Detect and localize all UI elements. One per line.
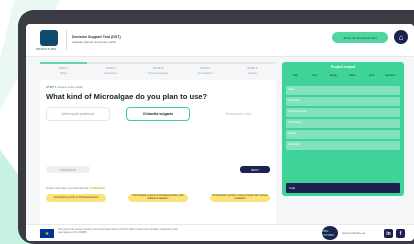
app-screen: PROFUTURA Decision Support Tool (DST) to… <box>26 24 414 241</box>
step-number: STEP 5 <box>247 66 258 70</box>
step-number: STEP 4 <box>200 66 211 70</box>
row-label: Testing <box>288 132 297 135</box>
step-1[interactable]: STEP 1 Strain <box>40 62 88 75</box>
previous-button[interactable]: PREVIOUS <box>46 166 90 173</box>
step-5[interactable]: STEP 5 Testing <box>228 62 277 75</box>
home-icon: ⌂ <box>398 32 404 42</box>
table-row: Formulation <box>286 119 400 128</box>
pill-option: Phototrophic growth in Open Ponds with n… <box>210 194 270 202</box>
total-label: Total <box>289 186 295 190</box>
step-number: STEP 2 <box>105 66 116 70</box>
total-row: Total <box>286 183 400 193</box>
row-label: Strain <box>288 88 295 91</box>
app-footer: ★ This project has received funding from… <box>26 224 414 241</box>
row-label: Formulation <box>288 121 302 124</box>
column-header: Emission <box>385 74 396 77</box>
app-header: PROFUTURA Decision Support Tool (DST) to… <box>26 24 414 57</box>
row-label: Post-processing <box>288 110 307 113</box>
eu-flag-icon: ★ <box>40 229 54 238</box>
row-label: Cultivation <box>288 99 301 102</box>
home-button[interactable]: ⌂ <box>394 30 408 44</box>
funding-disclaimer: This project has received funding from t… <box>58 229 178 234</box>
step-3[interactable]: STEP 3 Post-processing <box>134 62 182 75</box>
tool-subtitle: towards optimal production paths <box>72 40 117 44</box>
step-label: Post-processing <box>147 71 169 75</box>
profutura-logo[interactable] <box>40 30 58 46</box>
step-number: STEP 1 <box>58 66 69 70</box>
hint-step: Cultivation <box>89 186 106 190</box>
table-row: Post-processing <box>286 108 400 117</box>
project-output-panel: Project output Step Cost Energy Water La… <box>282 62 404 196</box>
header-divider <box>66 30 67 50</box>
option-arthrospira[interactable]: Arthrospira platensis <box>46 107 110 121</box>
step-label: Cultivation <box>104 71 118 75</box>
tool-title: Decision Support Tool (DST) <box>72 35 121 39</box>
column-header: Step <box>293 74 298 77</box>
question-card: STEP 1 Choice of the strain What kind of… <box>40 80 276 226</box>
table-row: Strain <box>286 86 400 95</box>
column-header: Land <box>368 74 375 77</box>
about-tool-button[interactable]: About the ProFuture Tool <box>332 32 388 43</box>
step-4[interactable]: STEP 4 Formulation <box>181 62 229 75</box>
table-row: Cultivation <box>286 97 400 106</box>
option-tetraselmis[interactable]: Tetraselmis chui <box>206 107 270 121</box>
next-step-pills: Autotrophic growth in Photobioreactors P… <box>46 194 270 202</box>
step-number: STEP 3 <box>152 66 164 70</box>
step-progress: STEP 1 Strain STEP 2 Cultivation STEP 3 Pos… <box>40 62 277 75</box>
next-button[interactable]: NEXT <box>240 166 270 173</box>
column-header: Cost <box>312 74 317 77</box>
breadcrumb: STEP 1 Choice of the strain <box>46 85 83 89</box>
crumb-text: Choice of the strain <box>57 85 83 89</box>
table-row: Testing <box>286 130 400 139</box>
step-label: Testing <box>247 71 257 75</box>
hint-text: At the next step you will choose: <box>46 186 89 190</box>
step-label: Strain <box>59 71 68 75</box>
facebook-icon[interactable]: f <box>396 229 405 238</box>
project-columns: Step Cost Energy Water Land Emission <box>286 74 400 77</box>
step-label: Formulation <box>197 71 213 75</box>
linkedin-icon[interactable]: in <box>384 229 393 238</box>
pill-option: Autotrophic growth in Photobioreactors <box>46 194 106 202</box>
row-label: Packaging <box>288 143 301 146</box>
profuture-badge[interactable]: PRO FUTURA <box>322 226 338 240</box>
table-row: Packaging <box>286 141 400 150</box>
strain-options: Arthrospira platensis Chlorella vulgaris… <box>46 107 270 121</box>
pill-option: Phototrophic growth in Photobioreactors … <box>128 194 188 202</box>
crumb-step: STEP 1 <box>46 85 57 89</box>
project-rows: Strain Cultivation Post-processing Formu… <box>286 86 400 152</box>
next-step-hint: At the next step you will choose: Cultiv… <box>46 186 105 190</box>
website-link[interactable]: www.profuture.eu <box>342 231 365 235</box>
logo-text: PROFUTURA <box>36 47 57 51</box>
project-output-title: Project output <box>330 65 356 69</box>
question-title: What kind of Microalgae do you plan to u… <box>46 92 208 101</box>
step-2[interactable]: STEP 2 Cultivation <box>87 62 135 75</box>
column-header: Energy <box>329 74 338 77</box>
option-chlorella[interactable]: Chlorella vulgaris <box>126 107 190 121</box>
column-header: Water <box>349 74 356 77</box>
